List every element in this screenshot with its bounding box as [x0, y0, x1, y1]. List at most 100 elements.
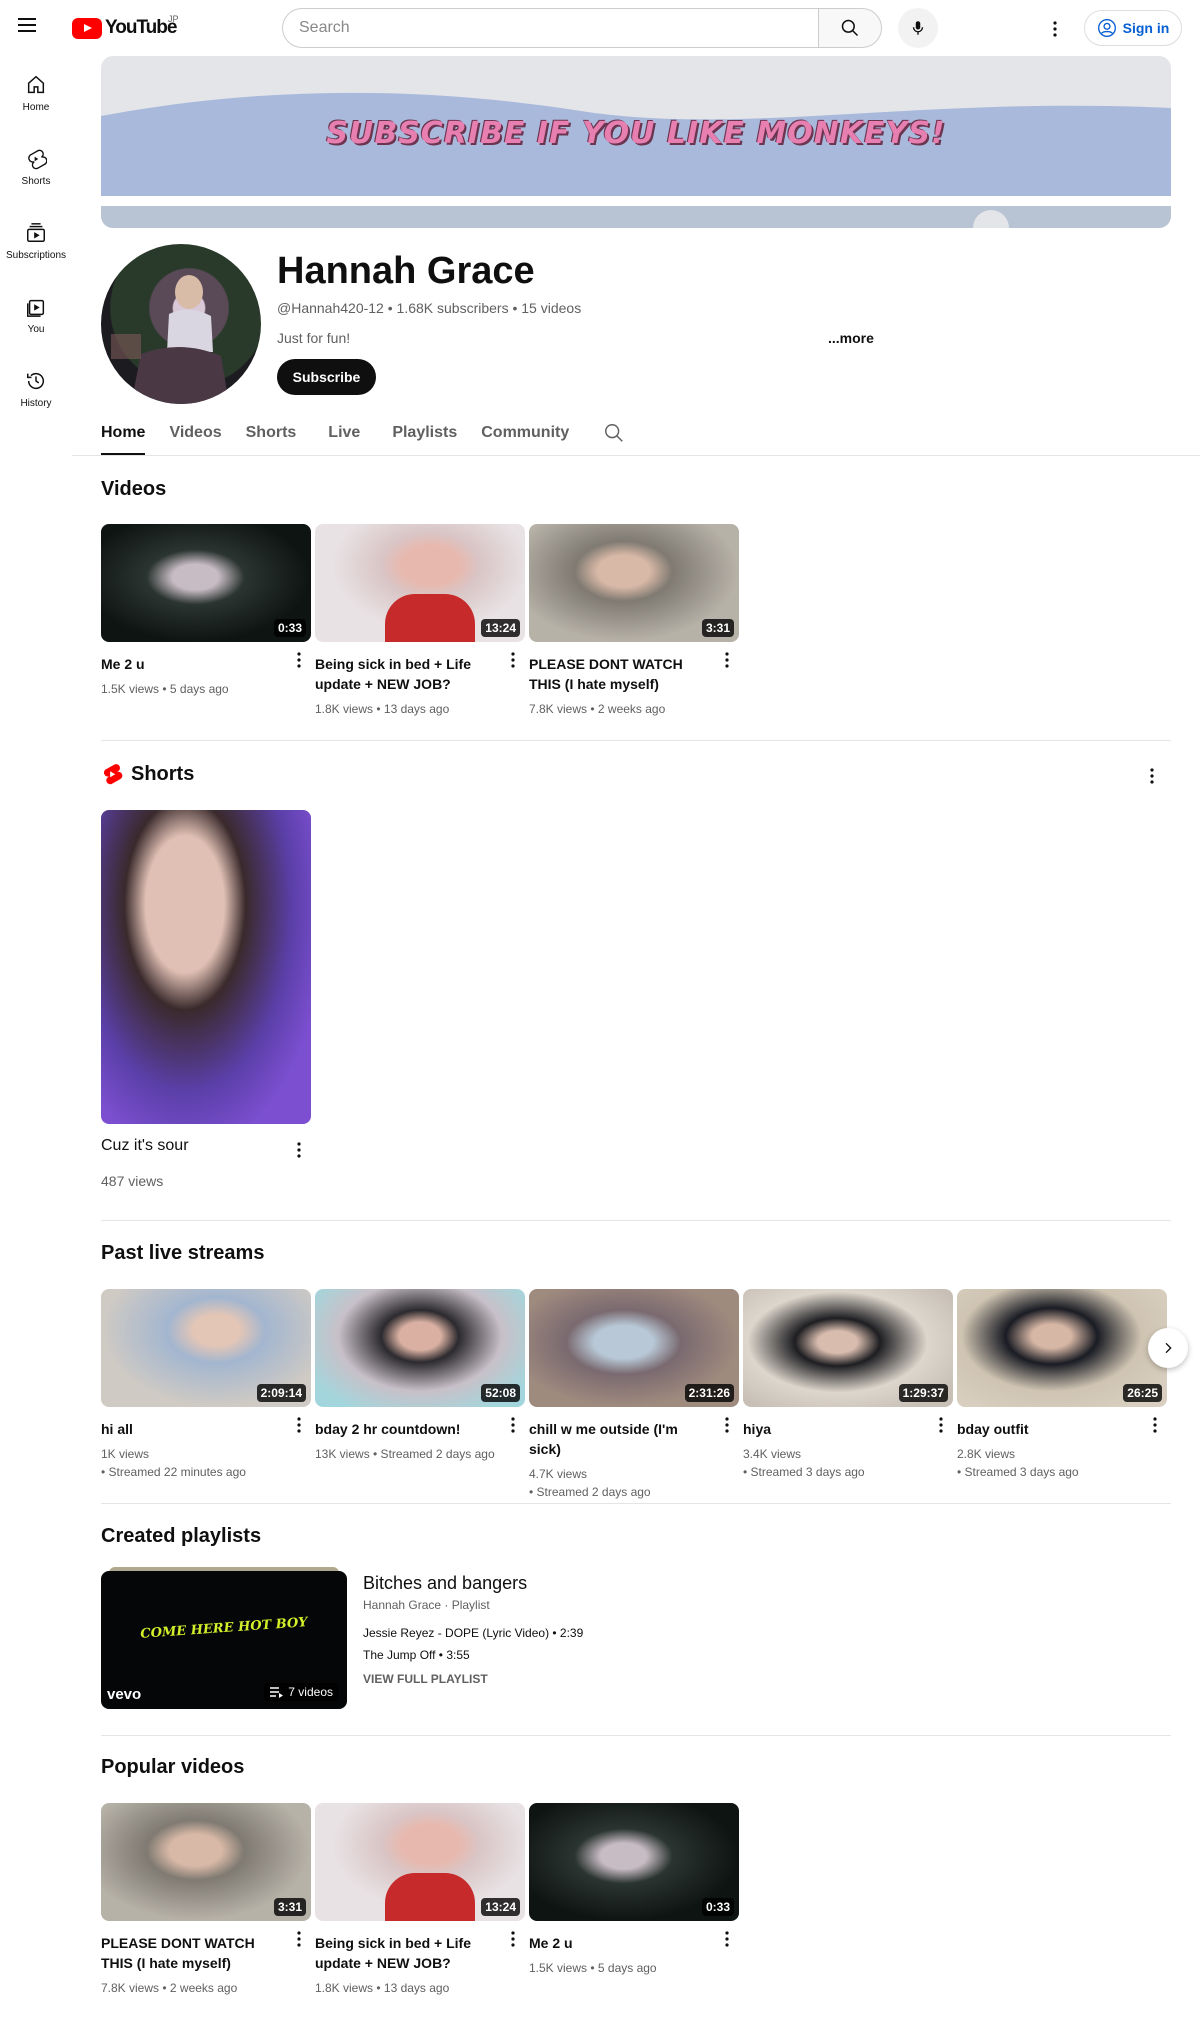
live-card: 52:08 bday 2 hr countdown! 13K views • S… [315, 1289, 525, 1463]
popular-section-title[interactable]: Popular videos [101, 1756, 244, 1779]
video-meta: 1.8K views • 13 days ago [315, 1981, 450, 1995]
playlist-track[interactable]: The Jump Off • 3:55 [363, 1648, 583, 1662]
section-divider [101, 1503, 1171, 1504]
video-thumbnail[interactable]: 3:31 [529, 524, 739, 642]
sidebar-item-label: Home [22, 101, 50, 113]
video-menu-button[interactable] [501, 1927, 525, 1951]
shorts-section-menu-button[interactable] [1140, 764, 1164, 788]
short-menu-button[interactable] [287, 1138, 311, 1162]
subscribe-button[interactable]: Subscribe [277, 359, 376, 395]
video-menu-button[interactable] [501, 648, 525, 672]
video-menu-button[interactable] [715, 1927, 739, 1951]
voice-search-button[interactable] [898, 8, 938, 48]
tab-shorts[interactable]: Shorts [246, 418, 297, 456]
live-title[interactable]: hi all [101, 1419, 281, 1439]
sidebar-item-subscriptions[interactable]: Subscriptions [0, 204, 72, 278]
live-menu-button[interactable] [501, 1413, 525, 1437]
video-title[interactable]: Being sick in bed + Life update + NEW JO… [315, 1933, 495, 1973]
youtube-logo[interactable]: YouTube JP [72, 14, 179, 40]
live-card: 2:09:14 hi all 1K views • Streamed 22 min… [101, 1289, 311, 1481]
live-card: 26:25 bday outfit 2.8K views • Streamed 3… [957, 1289, 1167, 1481]
live-menu-button[interactable] [1143, 1413, 1167, 1437]
live-thumbnail[interactable]: 26:25 [957, 1289, 1167, 1407]
playlist-count-badge: 7 videos [264, 1683, 339, 1701]
video-thumbnail[interactable]: 13:24 [315, 524, 525, 642]
chevron-right-icon [1165, 1342, 1172, 1354]
video-menu-button[interactable] [287, 648, 311, 672]
more-vert-icon [1053, 21, 1057, 37]
live-meta: 4.7K views • Streamed 2 days ago [529, 1465, 739, 1501]
carousel-next-button[interactable] [1148, 1328, 1188, 1368]
sidebar-item-label: Subscriptions [5, 249, 67, 261]
playlist-track[interactable]: Jessie Reyez - DOPE (Lyric Video) • 2:39 [363, 1626, 583, 1640]
sidebar-item-history[interactable]: History [0, 352, 72, 426]
more-vert-icon [939, 1417, 943, 1433]
live-title[interactable]: bday outfit [957, 1419, 1137, 1439]
more-vert-icon [511, 652, 515, 668]
live-thumbnail[interactable]: 1:29:37 [743, 1289, 953, 1407]
description-more-link[interactable]: ...more [828, 330, 874, 346]
video-title[interactable]: Me 2 u [529, 1933, 709, 1953]
playlist-icon [270, 1687, 284, 1698]
tab-live[interactable]: Live [328, 418, 360, 456]
live-title[interactable]: chill w me outside (I'm sick) [529, 1419, 709, 1459]
live-thumbnail[interactable]: 52:08 [315, 1289, 525, 1407]
short-thumbnail[interactable] [101, 810, 311, 1124]
live-views: 13K views • Streamed 2 days ago [315, 1447, 495, 1461]
video-title[interactable]: PLEASE DONT WATCH THIS (I hate myself) [529, 654, 709, 694]
sidebar-item-shorts[interactable]: Shorts [0, 130, 72, 204]
settings-more-button[interactable] [1040, 14, 1070, 44]
sidebar-item-label: History [20, 397, 52, 409]
live-meta: 1K views • Streamed 22 minutes ago [101, 1445, 311, 1481]
video-menu-button[interactable] [287, 1927, 311, 1951]
live-views: 4.7K views [529, 1467, 588, 1481]
tab-playlists[interactable]: Playlists [392, 418, 457, 456]
live-streamed: • Streamed 2 days ago [529, 1485, 651, 1499]
playlist-thumb-text: COME HERE HOT BOY [139, 1615, 309, 1642]
live-meta: 13K views • Streamed 2 days ago [315, 1445, 525, 1463]
section-divider [101, 1735, 1171, 1736]
account-icon [1097, 19, 1116, 37]
sidebar-item-label: Shorts [21, 175, 51, 187]
playlist-title[interactable]: Bitches and bangers [363, 1573, 583, 1594]
tab-community[interactable]: Community [481, 418, 569, 456]
video-title[interactable]: Me 2 u [101, 654, 281, 674]
tab-videos[interactable]: Videos [169, 418, 221, 456]
video-title[interactable]: PLEASE DONT WATCH THIS (I hate myself) [101, 1933, 281, 1973]
sign-in-button[interactable]: Sign in [1084, 10, 1182, 46]
live-title[interactable]: bday 2 hr countdown! [315, 1419, 495, 1439]
video-card: 13:24 Being sick in bed + Life update + … [315, 524, 525, 718]
live-section-title[interactable]: Past live streams [101, 1242, 264, 1265]
tab-home[interactable]: Home [101, 418, 146, 456]
menu-icon[interactable] [18, 14, 54, 42]
live-thumbnail[interactable]: 2:09:14 [101, 1289, 311, 1407]
playlist-thumbnail[interactable]: COME HERE HOT BOY vevo 7 videos [101, 1571, 347, 1709]
view-full-playlist-link[interactable]: VIEW FULL PLAYLIST [363, 1672, 583, 1686]
live-menu-button[interactable] [715, 1413, 739, 1437]
live-menu-button[interactable] [287, 1413, 311, 1437]
videos-section-title[interactable]: Videos [101, 478, 166, 501]
search-button[interactable] [818, 8, 882, 48]
video-thumbnail[interactable]: 3:31 [101, 1803, 311, 1921]
video-thumbnail[interactable]: 13:24 [315, 1803, 525, 1921]
live-menu-button[interactable] [929, 1413, 953, 1437]
live-thumbnail[interactable]: 2:31:26 [529, 1289, 739, 1407]
live-duration: 26:25 [1123, 1384, 1162, 1402]
video-menu-button[interactable] [715, 648, 739, 672]
live-title[interactable]: hiya [743, 1419, 923, 1439]
subscriptions-icon [27, 222, 45, 242]
video-thumbnail[interactable]: 0:33 [529, 1803, 739, 1921]
search-input[interactable] [282, 8, 818, 48]
channel-search-button[interactable] [603, 418, 625, 449]
live-duration: 2:31:26 [684, 1384, 734, 1402]
short-title[interactable]: Cuz it's sour [101, 1136, 281, 1156]
video-title[interactable]: Being sick in bed + Life update + NEW JO… [315, 654, 495, 694]
playlists-section-title[interactable]: Created playlists [101, 1525, 261, 1548]
video-thumbnail[interactable]: 0:33 [101, 524, 311, 642]
video-duration: 3:31 [701, 619, 734, 637]
live-meta: 3.4K views • Streamed 3 days ago [743, 1445, 953, 1481]
video-card: 0:33 Me 2 u 1.5K views • 5 days ago [529, 1803, 739, 1977]
sidebar: Home Shorts Subscriptions You History [0, 56, 72, 426]
sidebar-item-home[interactable]: Home [0, 56, 72, 130]
sidebar-item-you[interactable]: You [0, 278, 72, 352]
